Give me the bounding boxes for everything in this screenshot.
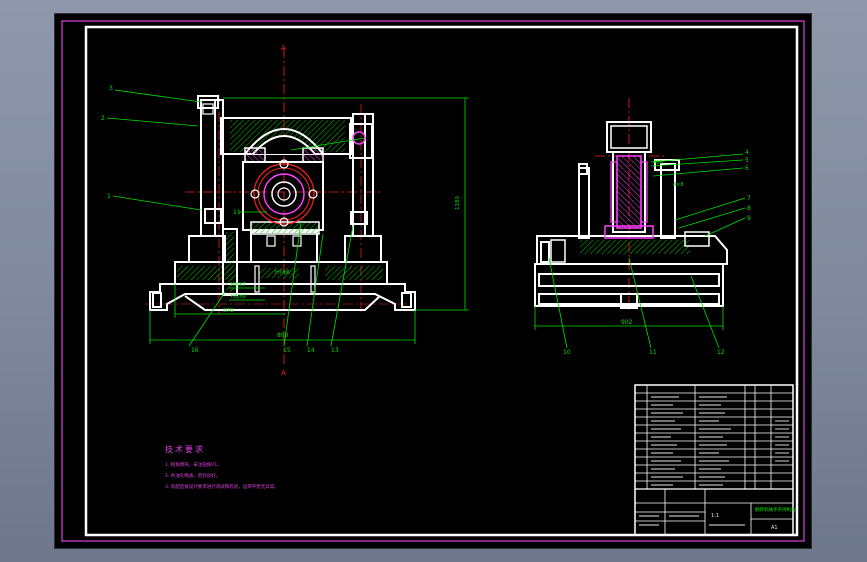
balloon-11: 11 [233, 209, 241, 216]
technical-note: 1. 锐角倒钝，未注圆角R1。 [165, 463, 222, 468]
balloon-12: 12 [717, 349, 725, 356]
cad-viewport[interactable]: A A 890 570 1180 H8/h7 H8/h8 H7/p6 902 4… [0, 0, 867, 562]
drawing-sheet: A1 [771, 525, 778, 531]
balloon-2: 2 [101, 115, 105, 122]
balloon-15: 15 [283, 347, 291, 354]
technical-requirements-title: 技术要求 [165, 445, 205, 454]
technical-note: 2. 各油孔畅通，密封良好。 [165, 474, 221, 479]
drawing-name: 翻转机械手夹持机构 [755, 506, 796, 513]
front-view [145, 48, 416, 366]
fit-label-3: H7/p6 [275, 270, 290, 276]
balloon-16: 16 [191, 347, 199, 354]
drawing-scale: 1:1 [711, 513, 719, 519]
balloon-4: 4 [745, 149, 749, 156]
dim-side-1: 405 [653, 160, 663, 166]
side-view [534, 98, 728, 310]
balloon-13: 13 [331, 347, 339, 354]
fit-label-2: H8/h8 [231, 294, 246, 300]
dim-base-width-front: 570 [223, 308, 234, 314]
dim-overall-width-side: 902 [621, 319, 633, 326]
technical-note: 3. 装配后按设计要求进行调试和检验，运转平稳无异常。 [165, 485, 279, 490]
balloon-10: 10 [563, 349, 571, 356]
drawing-canvas[interactable]: A A 890 570 1180 H8/h7 H8/h8 H7/p6 902 4… [55, 14, 811, 548]
balloon-1: 1 [107, 193, 111, 200]
balloon-14: 14 [307, 347, 315, 354]
dim-overall-width-front: 890 [277, 332, 289, 339]
balloon-5: 5 [745, 157, 749, 164]
section-mark-bottom: A [281, 369, 286, 377]
balloon-6: 6 [745, 165, 749, 172]
balloon-8: 8 [747, 205, 751, 212]
balloon-7: 7 [747, 195, 751, 202]
section-mark-top: A [281, 44, 286, 52]
fit-label-1: H8/h7 [231, 282, 246, 288]
balloon-3: 3 [109, 85, 113, 92]
balloon-9: 9 [747, 215, 751, 222]
parts-list-text [639, 396, 789, 526]
dim-overall-height: 1180 [455, 196, 461, 210]
dim-side-2: 4×8 [673, 182, 684, 188]
technical-requirements: 技术要求 1. 锐角倒钝，未注圆角R1。 2. 各油孔畅通，密封良好。 3. 装… [165, 444, 385, 493]
balloon-11-side: 11 [649, 349, 657, 356]
